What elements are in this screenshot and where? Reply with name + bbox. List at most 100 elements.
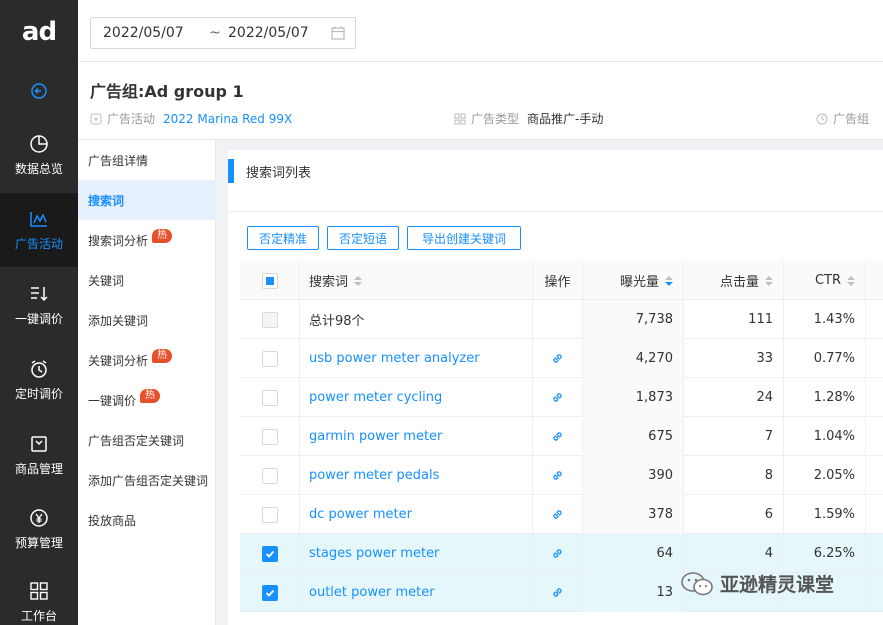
checkbox-cell xyxy=(240,534,300,573)
subnav-search-term-analysis[interactable]: 搜索词分析热 xyxy=(78,220,216,260)
nav-item-label: 数据总览 xyxy=(14,161,63,176)
search-term-link[interactable]: stages power meter xyxy=(300,534,533,573)
column-header-ctr[interactable]: CTR xyxy=(784,261,866,300)
action-cell[interactable] xyxy=(533,378,583,417)
select-all-checkbox[interactable] xyxy=(261,272,278,289)
watermark: 亚逊精灵课堂 xyxy=(680,570,834,597)
ad-group-subnav: 广告组详情 搜索词 搜索词分析热 关键词 添加关键词 关键词分析热 一键调价热 … xyxy=(78,140,216,625)
subnav-label: 广告组详情 xyxy=(88,153,149,168)
sort-icon[interactable] xyxy=(765,275,773,286)
nav-item-workbench[interactable]: 工作台 xyxy=(0,565,78,625)
table-row: dc power meter 378 6 1.59% xyxy=(240,495,883,534)
meta-ad-type: 广告类型 商品推广-手动 xyxy=(454,110,603,127)
nav-item-budget[interactable]: 预算管理 xyxy=(0,492,78,566)
search-term-link[interactable]: power meter cycling xyxy=(300,378,533,417)
table-row: usb power meter analyzer 4,270 33 0.77% xyxy=(240,339,883,378)
watermark-text: 亚逊精灵课堂 xyxy=(720,574,835,596)
row-checkbox[interactable] xyxy=(261,389,278,406)
subnav-label: 关键词 xyxy=(88,273,125,288)
search-term-link[interactable]: garmin power meter xyxy=(300,417,533,456)
action-cell[interactable] xyxy=(533,339,583,378)
nav-item-label: 预算管理 xyxy=(14,535,63,550)
action-cell[interactable] xyxy=(533,573,583,612)
subnav-add-keywords[interactable]: 添加关键词 xyxy=(78,300,216,340)
summary-impressions: 7,738 xyxy=(583,300,684,339)
search-term-link[interactable]: dc power meter xyxy=(300,495,533,534)
nav-item-scheduled-bid[interactable]: 定时调价 xyxy=(0,343,78,417)
alarm-clock-icon xyxy=(31,359,47,378)
summary-label: 总计98个 xyxy=(300,300,533,339)
subnav-label: 投放商品 xyxy=(88,513,137,528)
table-header-row: 搜索词 操作 曝光量 点击量 CTR xyxy=(240,261,883,300)
nav-item-overview[interactable]: 数据总览 xyxy=(0,118,78,192)
nav-item-label: 广告活动 xyxy=(14,236,63,251)
link-icon xyxy=(553,510,562,519)
search-term-link[interactable]: outlet power meter xyxy=(300,573,533,612)
app-logo[interactable]: ad xyxy=(0,0,78,64)
table-row: power meter cycling 1,873 24 1.28% xyxy=(240,378,883,417)
action-cell[interactable] xyxy=(533,534,583,573)
empty-action-cell xyxy=(533,300,583,339)
checkbox-cell xyxy=(240,573,300,612)
yen-coin-icon xyxy=(30,508,48,527)
search-term-link[interactable]: usb power meter analyzer xyxy=(300,339,533,378)
date-start[interactable]: 2022/05/07 xyxy=(103,25,184,41)
meta-campaign: 广告活动 2022 Marina Red 99X xyxy=(90,110,292,127)
row-checkbox[interactable] xyxy=(261,350,278,367)
subnav-advertised-products[interactable]: 投放商品 xyxy=(78,500,216,540)
nav-item-products[interactable]: 商品管理 xyxy=(0,418,78,492)
negate-exact-button[interactable]: 否定精准 xyxy=(247,226,319,250)
nav-item-quick-bid[interactable]: 一键调价 xyxy=(0,268,78,342)
export-create-keywords-button[interactable]: 导出创建关键词 xyxy=(407,226,521,250)
impressions-cell: 4,270 xyxy=(583,339,684,378)
negate-phrase-button[interactable]: 否定短语 xyxy=(327,226,399,250)
table-row: garmin power meter 675 7 1.04% xyxy=(240,417,883,456)
subnav-keywords[interactable]: 关键词 xyxy=(78,260,216,300)
subnav-label: 一键调价 xyxy=(88,393,137,408)
row-checkbox[interactable] xyxy=(261,467,278,484)
table-row: power meter pedals 390 8 2.05% xyxy=(240,456,883,495)
ctr-cell: 0.77% xyxy=(784,339,866,378)
subnav-keyword-analysis[interactable]: 关键词分析热 xyxy=(78,340,216,380)
impressions-cell: 13 xyxy=(583,573,684,612)
meta-label: 广告活动 xyxy=(107,112,156,126)
row-checkbox[interactable] xyxy=(261,545,278,562)
clicks-cell: 6 xyxy=(684,495,784,534)
impressions-cell: 390 xyxy=(583,456,684,495)
subnav-ad-group-details[interactable]: 广告组详情 xyxy=(78,140,216,180)
clicks-cell: 7 xyxy=(684,417,784,456)
action-cell[interactable] xyxy=(533,417,583,456)
campaign-link[interactable]: 2022 Marina Red 99X xyxy=(163,112,292,126)
sort-list-icon xyxy=(31,286,48,301)
sort-icon[interactable] xyxy=(354,275,363,286)
sort-icon[interactable] xyxy=(847,275,855,286)
action-cell[interactable] xyxy=(533,495,583,534)
calendar-icon xyxy=(331,26,345,40)
column-header-impressions[interactable]: 曝光量 xyxy=(583,261,684,300)
subnav-quick-bid[interactable]: 一键调价热 xyxy=(78,380,216,420)
date-end[interactable]: 2022/05/07 xyxy=(228,25,309,41)
row-checkbox[interactable] xyxy=(261,584,278,601)
subnav-label: 广告组否定关键词 xyxy=(88,433,185,448)
ad-group-header: 广告组:Ad group 1 广告活动 2022 Marina Red 99X … xyxy=(78,62,883,140)
row-checkbox[interactable] xyxy=(261,506,278,523)
hot-badge: 热 xyxy=(152,229,173,243)
sort-desc-icon[interactable] xyxy=(665,275,673,286)
collapse-button[interactable] xyxy=(0,74,78,108)
grid-icon xyxy=(30,581,48,600)
search-term-link[interactable]: power meter pedals xyxy=(300,456,533,495)
subnav-label: 添加广告组否定关键词 xyxy=(88,473,209,488)
action-cell[interactable] xyxy=(533,456,583,495)
subnav-add-negative-keywords[interactable]: 添加广告组否定关键词 xyxy=(78,460,216,500)
row-checkbox[interactable] xyxy=(261,428,278,445)
select-all-cell xyxy=(240,261,300,300)
nav-item-campaigns[interactable]: 广告活动 xyxy=(0,193,78,267)
date-range-picker[interactable]: 2022/05/07 ~ 2022/05/07 xyxy=(90,17,356,49)
subnav-search-terms[interactable]: 搜索词 xyxy=(78,180,216,220)
column-header-clicks[interactable]: 点击量 xyxy=(684,261,784,300)
subnav-negative-keywords[interactable]: 广告组否定关键词 xyxy=(78,420,216,460)
column-header-keyword[interactable]: 搜索词 xyxy=(300,261,533,300)
top-bar: 2022/05/07 ~ 2022/05/07 xyxy=(78,0,883,62)
row-checkbox-disabled xyxy=(261,311,278,328)
column-header-action: 操作 xyxy=(533,261,583,300)
